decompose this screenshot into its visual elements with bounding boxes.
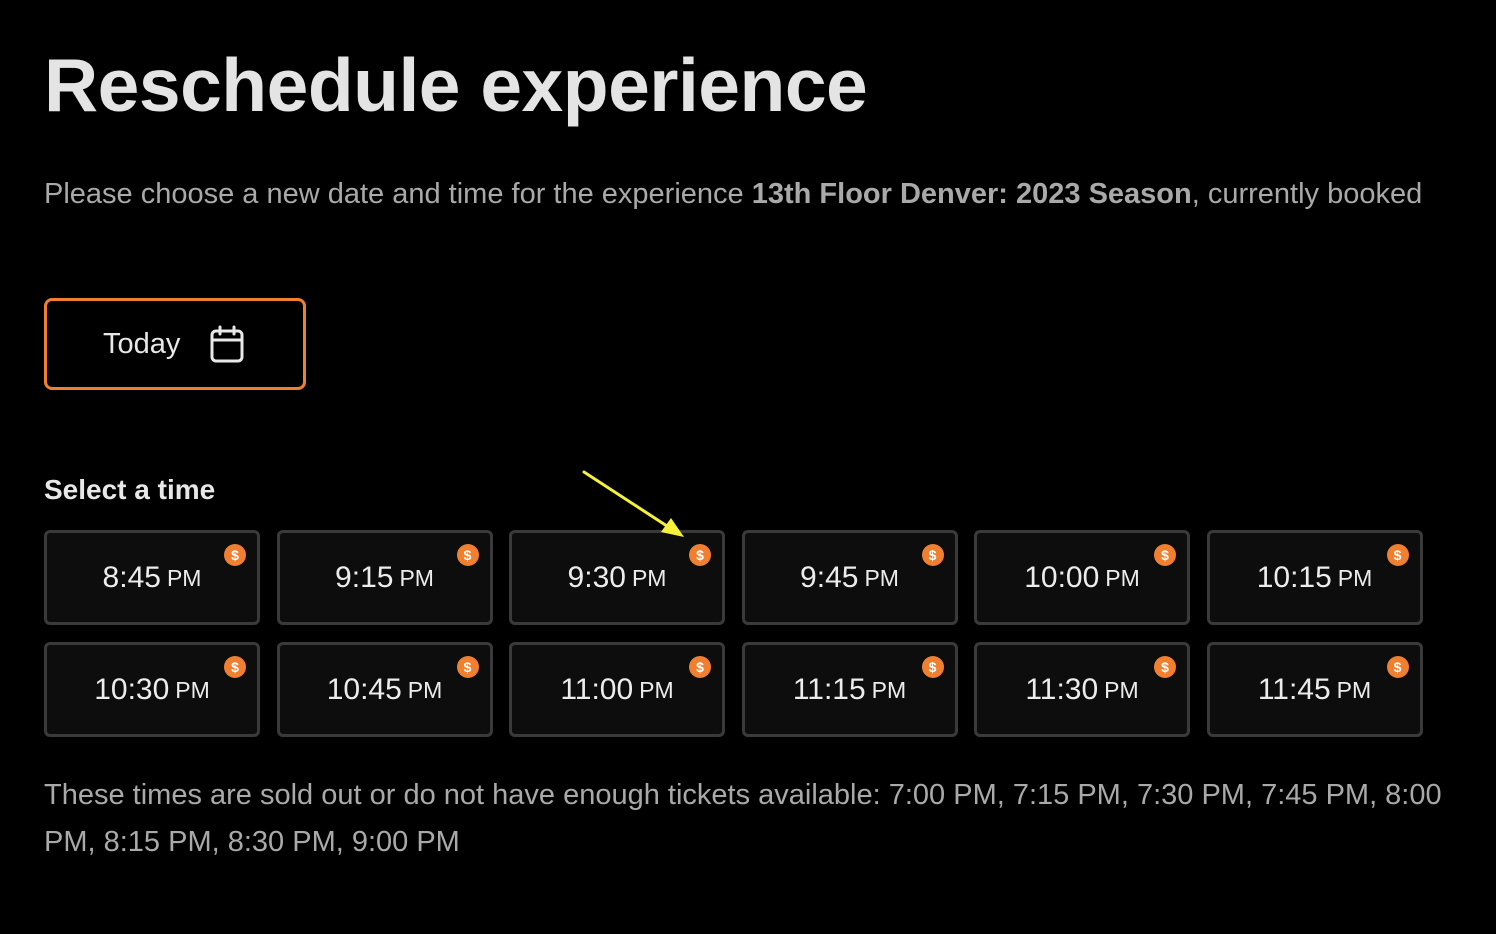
dollar-badge-icon: $ <box>689 544 711 566</box>
time-slot-time: 11:15 <box>792 672 866 706</box>
dollar-badge-icon: $ <box>921 544 944 566</box>
time-slot-ampm: PM <box>166 565 202 591</box>
time-slot-button[interactable]: 10:45 PM $ <box>276 642 493 737</box>
time-slot-button[interactable]: 9:30 PM $ <box>509 530 725 625</box>
time-slot-button[interactable]: 11:00 PM $ <box>509 642 725 737</box>
time-slot-ampm: PM <box>1104 677 1139 703</box>
time-slot-time: 9:15 <box>335 560 394 594</box>
sold-out-times-text: These times are sold out or do not have … <box>44 779 1442 858</box>
dollar-badge-icon: $ <box>1386 544 1409 566</box>
time-slot-ampm: PM <box>1336 677 1372 703</box>
experience-name: 13th Floor Denver: 2023 Season <box>751 178 1192 210</box>
time-slot-time: 9:45 <box>800 560 859 594</box>
time-slot-button[interactable]: 10:00 PM $ <box>974 530 1190 625</box>
dollar-badge-icon: $ <box>1154 656 1176 678</box>
time-slot-ampm: PM <box>175 677 210 703</box>
time-slot-button[interactable]: 8:45 PM $ <box>44 530 260 625</box>
dollar-badge-icon: $ <box>1154 544 1176 566</box>
time-slot-grid: 8:45 PM $ 9:15 PM $ 9:30 PM $ 9:45 PM $ 10:0… <box>44 530 1423 737</box>
page-description: Please choose a new date and time for th… <box>44 174 1496 214</box>
time-slot-button[interactable]: 11:30 PM $ <box>974 642 1190 737</box>
time-slot-ampm: PM <box>1105 565 1140 591</box>
date-picker-button[interactable]: Today <box>44 298 306 390</box>
time-slot-time: 10:30 <box>94 672 170 706</box>
time-slot-time: 11:45 <box>1257 672 1331 706</box>
dollar-badge-icon: $ <box>456 544 479 566</box>
time-slot-time: 11:00 <box>560 672 634 706</box>
time-slot-ampm: PM <box>1337 565 1373 591</box>
time-slot-ampm: PM <box>864 565 899 591</box>
time-slot-button[interactable]: 11:45 PM $ <box>1206 642 1423 737</box>
time-slot-ampm: PM <box>407 677 443 703</box>
time-slot-ampm: PM <box>631 565 667 591</box>
description-prefix: Please choose a new date and time for th… <box>44 178 752 210</box>
time-slot-button[interactable]: 10:15 PM $ <box>1206 530 1423 625</box>
time-slot-time: 10:45 <box>326 672 402 706</box>
dollar-badge-icon: $ <box>224 544 246 566</box>
time-slot-ampm: PM <box>399 565 434 591</box>
description-suffix: , currently booked <box>1191 178 1423 210</box>
time-slot-time: 8:45 <box>102 560 161 594</box>
date-picker-label: Today <box>103 327 181 360</box>
time-slot-ampm: PM <box>871 677 907 703</box>
time-slot-time: 9:30 <box>567 560 626 594</box>
dollar-badge-icon: $ <box>921 656 944 678</box>
dollar-badge-icon: $ <box>689 656 711 678</box>
time-slot-button[interactable]: 9:15 PM $ <box>276 530 493 625</box>
yellow-arrow-icon <box>582 470 684 537</box>
calendar-icon <box>210 325 244 363</box>
time-slot-button[interactable]: 9:45 PM $ <box>741 530 958 625</box>
dollar-badge-icon: $ <box>224 656 246 678</box>
time-slot-time: 10:00 <box>1024 560 1100 594</box>
time-slot-time: 11:30 <box>1025 672 1099 706</box>
dollar-badge-icon: $ <box>456 656 479 678</box>
page-title: Reschedule experience <box>44 43 868 127</box>
select-time-heading: Select a time <box>44 474 216 505</box>
time-slot-time: 10:15 <box>1256 560 1332 594</box>
dollar-badge-icon: $ <box>1386 656 1409 678</box>
time-slot-button[interactable]: 11:15 PM $ <box>741 642 958 737</box>
time-slot-button[interactable]: 10:30 PM $ <box>44 642 260 737</box>
time-slot-ampm: PM <box>639 677 674 703</box>
